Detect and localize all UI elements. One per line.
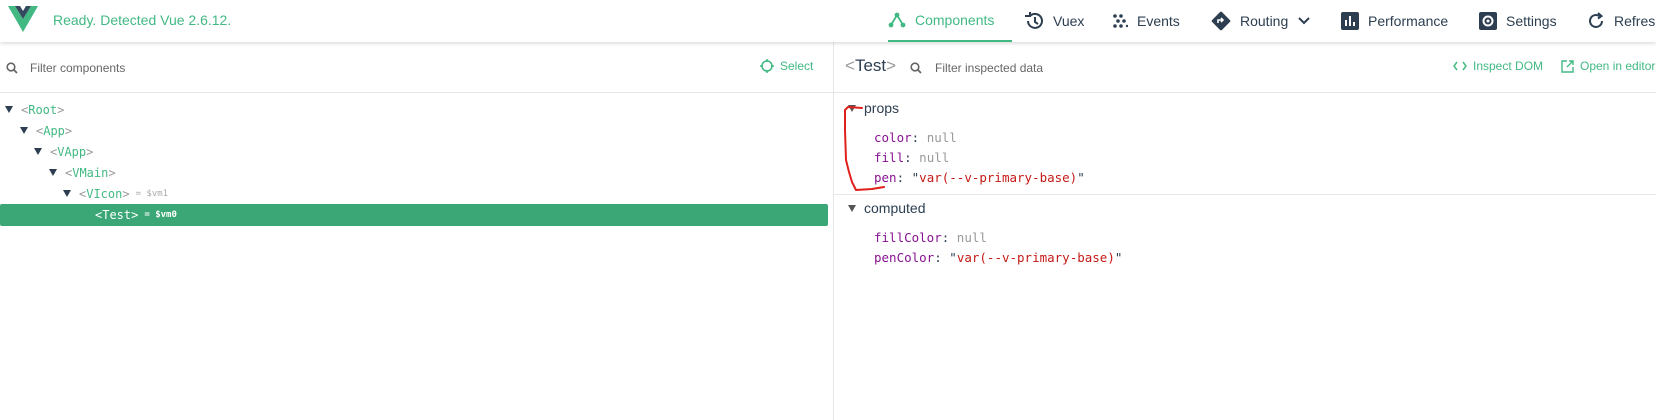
tree-node-name: VApp [57,144,87,159]
filter-components-input[interactable] [30,57,530,79]
tab-label: Settings [1506,13,1557,29]
tree-node-name: App [43,123,65,138]
search-icon [910,62,922,74]
select-label: Select [780,59,814,73]
inspector-toolbar: <Test> Inspect DOM Open in editor [834,42,1656,93]
tab-components[interactable]: Components [888,0,1012,42]
computed-key: fillColor [874,230,942,245]
expand-arrow-icon[interactable] [20,127,28,134]
tab-performance[interactable]: Performance [1341,0,1448,42]
components-pane: Select <Root> <App> <VApp> <VMain> <VIco… [0,42,833,420]
annotation-bracket [844,106,885,191]
tree-node-name: VMain [72,165,109,180]
expand-arrow-icon[interactable] [63,190,71,197]
refresh-icon [1589,12,1604,28]
tab-vuex[interactable]: Vuex [1024,0,1084,42]
tree-node-vicon[interactable]: < VIcon > = $vm1 [0,183,828,204]
tree-node-name: VIcon [86,186,123,201]
vm-ref: = $vm1 [135,188,169,199]
vue-logo-icon [8,6,38,32]
open-in-editor-button[interactable]: Open in editor [1561,59,1655,73]
top-bar: Ready. Detected Vue 2.6.12. Components V… [0,0,1656,42]
collapse-arrow-icon[interactable] [848,204,856,212]
expand-arrow-icon[interactable] [34,148,42,155]
vm-ref: = $vm0 [144,210,177,220]
tab-label: Performance [1368,13,1449,29]
computed-row: fillColor: null [874,230,987,245]
inspector-pane: <Test> Inspect DOM Open in editor props … [834,42,1656,420]
tree-node-vapp[interactable]: < VApp > [0,141,828,162]
prop-row: pen: "var(--v-primary-base)" [874,170,1085,185]
tab-events[interactable]: Events [1112,0,1180,42]
expand-arrow-icon[interactable] [49,169,57,176]
section-title: computed [864,200,926,216]
select-component-button[interactable]: Select [760,59,813,73]
tree-node-test[interactable]: < Test > = $vm0 [0,204,828,226]
performance-icon [1341,12,1359,30]
tree-node-name: Test [102,208,132,222]
tree-node-vmain[interactable]: < VMain > [0,162,828,183]
search-icon [6,62,18,74]
tab-label: Routing [1240,13,1289,29]
computed-value[interactable]: null [957,230,987,245]
inspect-dom-button[interactable]: Inspect DOM [1453,59,1543,73]
tab-refresh[interactable]: Refresh [1587,0,1656,42]
tab-label: Refresh [1614,13,1656,29]
tab-label: Components [915,12,995,28]
crosshair-icon [760,59,774,73]
computed-key: penColor [874,250,935,265]
settings-icon [1479,12,1497,30]
tab-settings[interactable]: Settings [1479,0,1557,42]
components-icon [888,12,906,28]
components-filter-bar: Select [0,42,833,93]
code-icon [1453,61,1467,71]
prop-value[interactable]: var(--v-primary-base) [919,170,1077,185]
tab-label: Vuex [1053,13,1085,29]
inspect-dom-label: Inspect DOM [1473,59,1544,73]
tab-label: Events [1137,13,1180,29]
tree-node-root[interactable]: < Root > [0,99,828,120]
computed-row: penColor: "var(--v-primary-base)" [874,250,1123,265]
tree-node-name: Root [28,102,58,117]
status-text: Ready. Detected Vue 2.6.12. [53,12,232,28]
tree-node-app[interactable]: < App > [0,120,828,141]
section-divider [834,194,1656,195]
external-link-icon [1561,59,1574,73]
expand-arrow-icon[interactable] [5,106,13,113]
component-name-text: Test [854,56,887,75]
prop-value[interactable]: null [919,150,949,165]
filter-inspected-data-input[interactable] [935,57,1235,79]
computed-value[interactable]: var(--v-primary-base) [957,250,1115,265]
open-editor-label: Open in editor [1580,59,1656,73]
tab-routing[interactable]: Routing [1211,0,1310,42]
history-icon [1025,12,1043,29]
inspected-component-name: <Test> [845,56,897,75]
events-icon [1113,14,1128,28]
prop-value[interactable]: null [927,130,957,145]
chevron-down-icon [1298,17,1310,25]
section-computed-header[interactable]: computed [848,200,925,216]
routing-icon [1211,11,1231,31]
